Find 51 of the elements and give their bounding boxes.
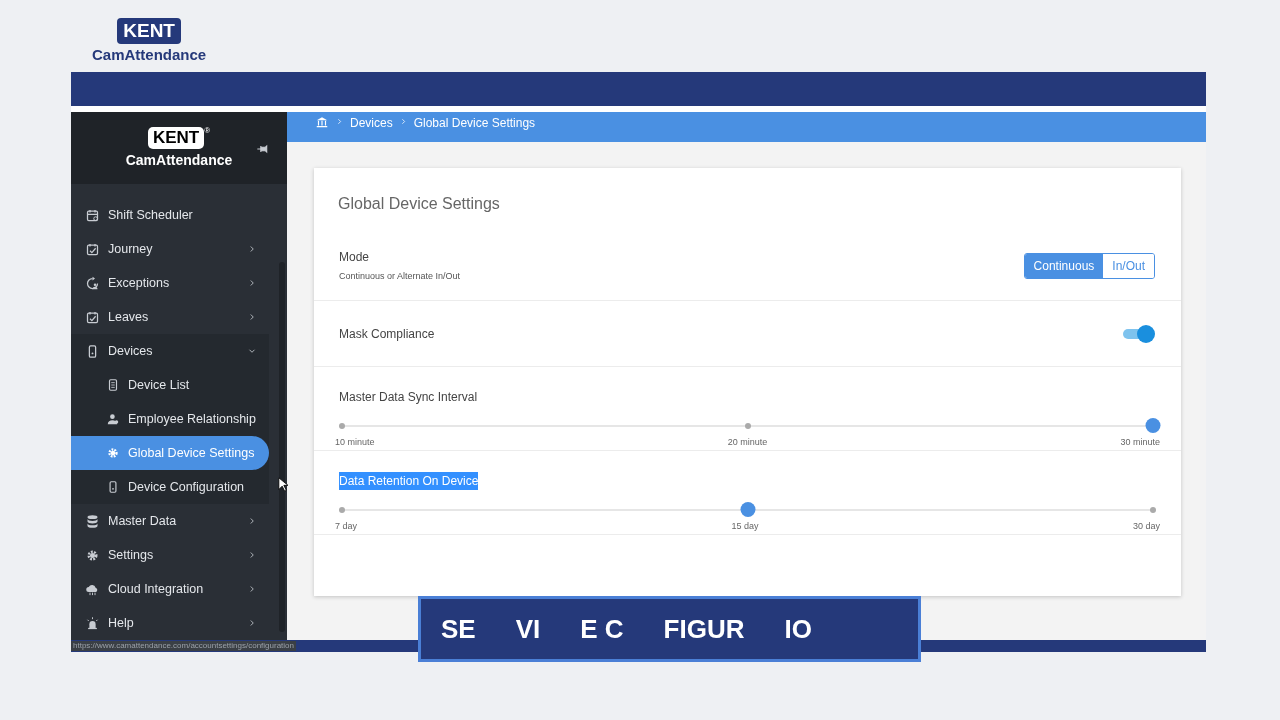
logo-text: CamAttendance xyxy=(125,151,233,169)
slider-tick-label: 7 day xyxy=(335,520,358,533)
card-title: Global Device Settings xyxy=(337,194,501,214)
caption-text: FIGUR xyxy=(663,612,745,646)
document-icon xyxy=(106,378,120,392)
slider-tick-label: 15 day xyxy=(731,520,759,533)
scrollbar[interactable] xyxy=(279,262,285,632)
sidebar-item[interactable]: Settings xyxy=(71,538,269,572)
sidebar-item[interactable]: Master Data xyxy=(71,504,269,538)
sidebar-subitem[interactable]: Device List xyxy=(71,368,269,402)
logo-text: CamAttendance xyxy=(92,45,207,65)
toggle-switch[interactable] xyxy=(1123,324,1155,343)
sidebar-item[interactable]: Cloud Integration xyxy=(71,572,269,606)
caption-text: VI xyxy=(515,612,541,646)
calendar-icon xyxy=(85,207,100,223)
status-url: https://www.camattendance.com/accountsettings/configuration xyxy=(71,641,296,651)
database-icon xyxy=(85,513,100,529)
phone-icon xyxy=(106,480,120,494)
caption-text: IO xyxy=(784,612,812,646)
logo-badge: KENT xyxy=(117,18,181,44)
caption-text: SE xyxy=(441,612,476,646)
sidebar-subitem[interactable]: Device Configuration xyxy=(71,470,269,504)
pin-icon xyxy=(255,142,269,156)
home-icon xyxy=(315,115,329,129)
setting-hint: Continuous or Alternate In/Out xyxy=(339,270,461,284)
slider-tick-label: 10 minute xyxy=(335,436,375,449)
setting-label: Data Retention On Device xyxy=(339,472,479,490)
sidebar-item[interactable]: Exceptions xyxy=(71,266,269,300)
sidebar-item[interactable]: Devices xyxy=(71,334,269,368)
caption-text: E C xyxy=(580,612,624,646)
chevron-right-icon xyxy=(335,117,344,126)
cycle-person-icon xyxy=(85,275,100,291)
sidebar-subitem[interactable]: Employee Relationship xyxy=(71,402,269,436)
slider-thumb[interactable] xyxy=(740,502,755,517)
person-icon xyxy=(106,412,120,426)
setting-label: Mask Compliance xyxy=(339,325,435,343)
settings-icon xyxy=(106,446,120,460)
calendar-check-icon xyxy=(85,241,100,257)
sidebar-item[interactable]: Journey xyxy=(71,232,269,266)
sidebar-item[interactable]: Leaves xyxy=(71,300,269,334)
sidebar-item[interactable]: Help xyxy=(71,606,269,640)
slider-thumb[interactable] xyxy=(1145,418,1161,433)
calendar-check-icon xyxy=(85,309,100,325)
logo-badge: KENT xyxy=(147,127,205,149)
slider-tick-label: 30 minute xyxy=(1120,436,1160,449)
registered-mark: ® xyxy=(204,127,211,135)
slider-tick-label: 30 day xyxy=(1132,520,1160,533)
setting-label: Mode xyxy=(339,249,371,267)
sidebar-item[interactable]: Shift Scheduler xyxy=(71,198,269,232)
setting-label: Master Data Sync Interval xyxy=(339,389,478,406)
slider-tick-label: 20 minute xyxy=(727,436,768,449)
